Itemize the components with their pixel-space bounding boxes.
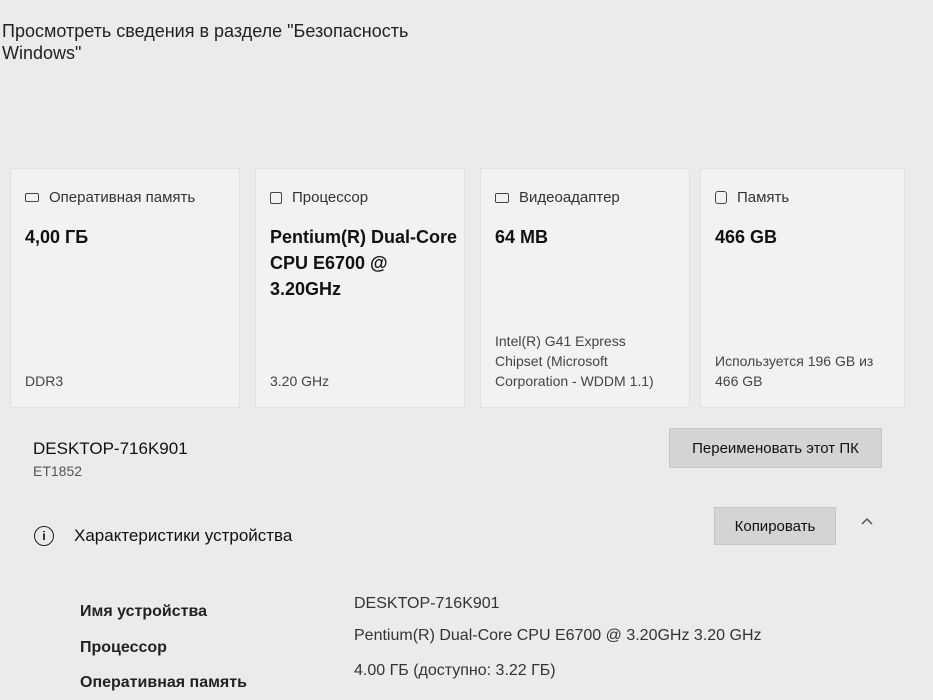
gpu-card: Видеоадаптер 64 MB Intel(R) G41 Express … (480, 168, 690, 408)
spec-value: DESKTOP-716K901 (354, 595, 500, 612)
ram-icon (25, 193, 39, 202)
storage-card: Память 466 GB Используется 196 GB из 466… (700, 168, 905, 408)
card-detail: 3.20 GHz (270, 373, 330, 389)
card-value: 64 MB (495, 227, 549, 247)
card-value: 4,00 ГБ (25, 227, 89, 247)
storage-icon (715, 191, 727, 204)
device-specs-title: Характеристики устройства (74, 526, 293, 545)
spec-label: Имя устройства (80, 603, 207, 620)
device-name: DESKTOP-716K901 (33, 439, 188, 458)
copy-button[interactable]: Копировать (714, 507, 836, 545)
card-title: Видеоадаптер (519, 189, 620, 206)
security-details-link[interactable]: Просмотреть сведения в разделе "Безопасн… (2, 20, 422, 64)
card-title: Процессор (292, 189, 369, 206)
spec-value: 4.00 ГБ (доступно: 3.22 ГБ) (354, 662, 556, 679)
gpu-icon (495, 192, 509, 203)
card-detail: Используется 196 GB из 466 GB (715, 353, 874, 389)
cpu-icon (270, 191, 282, 204)
card-detail: DDR3 (25, 373, 64, 389)
hardware-cards: Оперативная память 4,00 ГБ DDR3 Процессо… (10, 168, 910, 408)
spec-value: Pentium(R) Dual-Core CPU E6700 @ 3.20GHz… (354, 627, 762, 644)
device-specs-header[interactable]: i Характеристики устройства (34, 526, 292, 546)
card-value: 466 GB (715, 227, 778, 247)
spec-label: Оперативная память (80, 674, 247, 691)
card-title: Память (737, 189, 790, 206)
chevron-up-icon[interactable] (860, 514, 874, 528)
spec-label: Процессор (80, 639, 167, 656)
ram-card: Оперативная память 4,00 ГБ DDR3 (10, 168, 240, 408)
info-icon: i (34, 526, 54, 546)
right-edge-clipped-content (919, 380, 933, 700)
device-model: ET1852 (33, 463, 83, 479)
rename-pc-button[interactable]: Переименовать этот ПК (669, 428, 882, 468)
cpu-card: Процессор Pentium(R) Dual-Core CPU E6700… (255, 168, 465, 408)
card-title: Оперативная память (49, 189, 196, 206)
card-value: Pentium(R) Dual-Core CPU E6700 @ 3.20GHz (270, 227, 458, 299)
card-detail: Intel(R) G41 Express Chipset (Microsoft … (495, 333, 654, 389)
